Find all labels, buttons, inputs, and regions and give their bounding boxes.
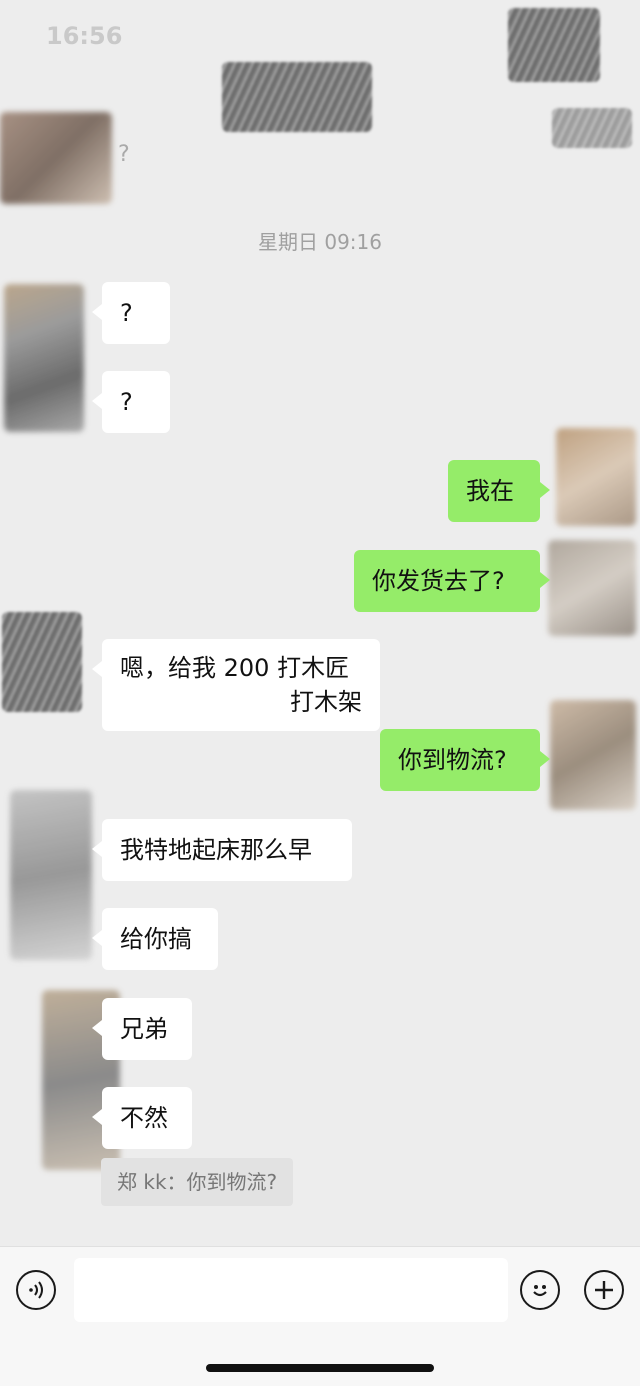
- emoji-icon[interactable]: [520, 1270, 560, 1310]
- redacted-back-avatar[interactable]: [0, 112, 112, 204]
- home-indicator[interactable]: [206, 1364, 434, 1372]
- message-text-line1: 嗯，给我 200 打木匠: [120, 654, 350, 682]
- message-bubble[interactable]: 兄弟: [92, 998, 192, 1060]
- message-bubble[interactable]: 你到物流?: [380, 729, 550, 791]
- message-bubble[interactable]: 不然: [92, 1087, 192, 1149]
- message-bubble[interactable]: 我在: [448, 460, 550, 522]
- message-bubble[interactable]: ?: [92, 371, 170, 433]
- message-text: 你发货去了?: [372, 567, 505, 595]
- message-text: 我在: [466, 477, 514, 505]
- message-bubble[interactable]: 给你搞: [92, 908, 218, 970]
- message-text: ?: [120, 388, 133, 416]
- contact-avatar[interactable]: [10, 790, 92, 960]
- redacted-status-icons: [508, 8, 600, 82]
- redacted-title: [222, 62, 372, 132]
- message-input[interactable]: [74, 1258, 508, 1322]
- my-avatar[interactable]: [548, 540, 636, 636]
- redacted-menu[interactable]: [552, 108, 632, 148]
- my-avatar[interactable]: [550, 700, 636, 810]
- message-text-line2: 打木架: [290, 688, 362, 716]
- voice-icon[interactable]: [16, 1270, 56, 1310]
- message-text: 我特地起床那么早: [120, 836, 312, 864]
- plus-icon[interactable]: [584, 1270, 624, 1310]
- message-bubble[interactable]: ?: [92, 282, 170, 344]
- status-time: 16:56: [46, 22, 123, 50]
- quoted-reply[interactable]: 郑 kk：你到物流?: [101, 1158, 294, 1206]
- message-text: ?: [120, 299, 133, 327]
- message-text: 给你搞: [120, 925, 192, 953]
- contact-avatar[interactable]: [4, 284, 84, 432]
- message-bubble[interactable]: 我特地起床那么早: [92, 819, 352, 881]
- header-subtitle-mark: ?: [118, 142, 130, 167]
- contact-avatar[interactable]: [2, 612, 82, 712]
- message-bubble[interactable]: 嗯，给我 200 打木匠 打木架: [92, 639, 380, 731]
- message-bubble[interactable]: 你发货去了?: [354, 550, 550, 612]
- message-text: 你到物流?: [398, 746, 507, 774]
- chat-timestamp: 星期日 09:16: [258, 230, 382, 254]
- my-avatar[interactable]: [556, 428, 636, 526]
- message-text: 兄弟: [120, 1015, 168, 1043]
- message-text: 不然: [120, 1104, 168, 1132]
